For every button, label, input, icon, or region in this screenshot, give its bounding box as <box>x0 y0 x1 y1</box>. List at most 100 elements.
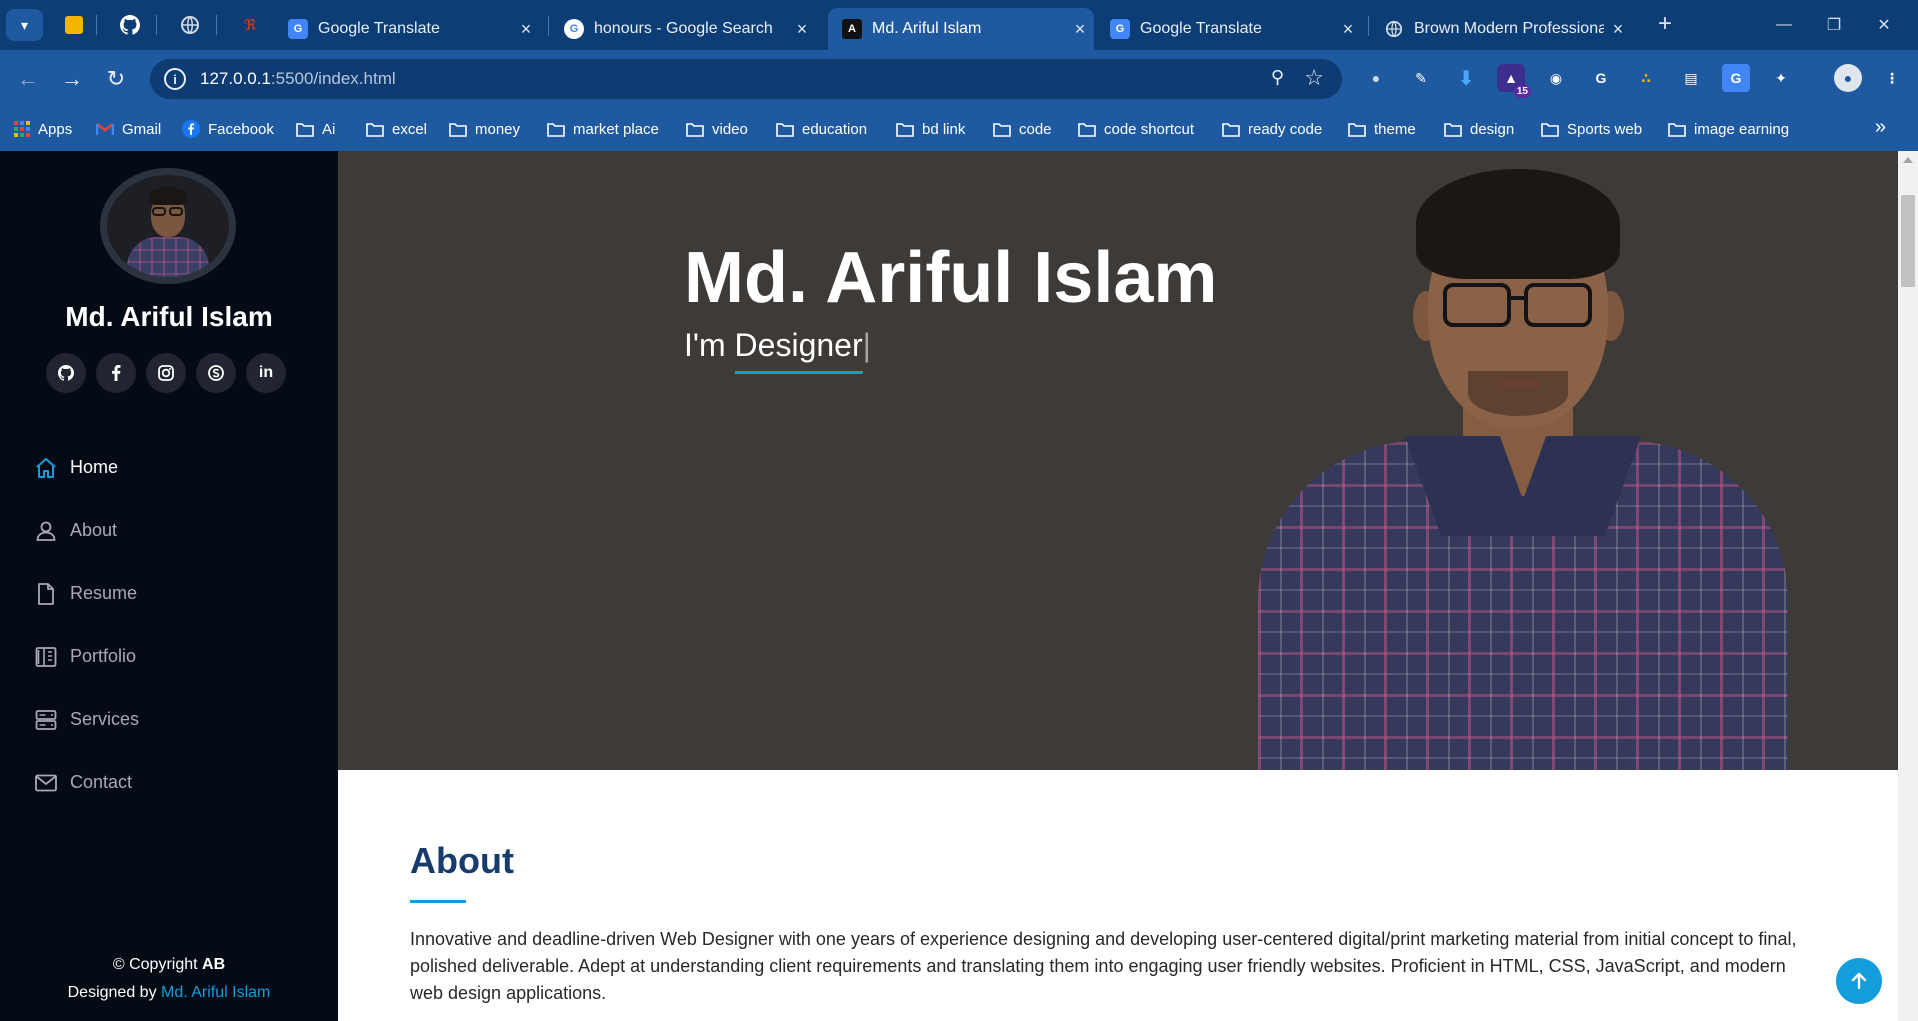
plus-icon: + <box>1657 10 1672 37</box>
tab-google-translate-1[interactable]: G Google Translate × <box>274 8 540 50</box>
pinned-tab-github[interactable] <box>116 11 144 39</box>
page-scrollbar[interactable] <box>1898 151 1918 1021</box>
tab-google-translate-2[interactable]: G Google Translate × <box>1096 8 1362 50</box>
forward-button[interactable]: → <box>56 63 88 95</box>
pinned-tab-slides[interactable] <box>60 11 88 39</box>
bookmarks-bar: Apps Gmail Facebook Ai excel money marke… <box>0 108 1918 151</box>
skype-link[interactable] <box>196 353 236 393</box>
nav-item-about[interactable]: About <box>34 499 139 562</box>
facebook-icon <box>112 365 121 381</box>
code-editor-icon[interactable]: ▤ <box>1677 64 1705 92</box>
bookmark-label: video <box>712 120 748 138</box>
bookmark-folder-excel[interactable]: excel <box>366 117 427 141</box>
sidebar-nav: Home About Resume Portfolio Services Con… <box>34 436 139 814</box>
bookmark-gmail[interactable]: Gmail <box>96 117 161 141</box>
grammarly-icon[interactable]: G <box>1587 64 1615 92</box>
bookmark-folder-video[interactable]: video <box>686 117 748 141</box>
close-window-button[interactable]: ✕ <box>1864 8 1904 42</box>
profile-avatar-icon[interactable]: ● <box>1834 64 1862 92</box>
sidebar: Md. Ariful Islam in Home About Resume Po… <box>0 151 338 1021</box>
back-to-top-button[interactable] <box>1836 958 1882 1004</box>
info-icon[interactable]: i <box>164 68 186 90</box>
zoom-icon[interactable]: ⚲ <box>1271 67 1284 88</box>
bookmark-facebook[interactable]: Facebook <box>182 117 274 141</box>
restore-button[interactable]: ❐ <box>1814 8 1854 42</box>
instagram-link[interactable] <box>146 353 186 393</box>
person-icon <box>36 521 56 541</box>
app-logo-icon: ℜ <box>243 17 257 34</box>
bookmark-folder-design[interactable]: design <box>1444 117 1514 141</box>
tab-google-search[interactable]: G honours - Google Search × <box>550 8 816 50</box>
scroll-up-arrow-icon[interactable] <box>1903 157 1913 163</box>
bookmark-folder-bd-link[interactable]: bd link <box>896 117 965 141</box>
tab-brown-modern[interactable]: Brown Modern Professional × <box>1370 8 1632 50</box>
bookmark-label: Apps <box>38 120 73 138</box>
designer-link[interactable]: Md. Ariful Islam <box>161 984 270 1001</box>
record-icon[interactable]: ◉ <box>1542 64 1570 92</box>
globe-icon <box>181 16 199 34</box>
close-icon[interactable]: × <box>1334 19 1362 40</box>
bookmark-folder-sports-web[interactable]: Sports web <box>1541 117 1642 141</box>
google-translate-ext-icon[interactable]: G <box>1722 64 1750 92</box>
folder-icon <box>449 123 467 137</box>
close-icon[interactable]: × <box>512 19 540 40</box>
bookmark-star-icon[interactable]: ☆ <box>1304 65 1324 91</box>
folder-icon <box>1078 123 1096 137</box>
arrow-up-icon <box>1851 972 1867 990</box>
close-icon[interactable]: × <box>1066 19 1094 40</box>
linkedin-link[interactable]: in <box>246 353 286 393</box>
pinned-tab-app[interactable]: ℜ <box>236 11 264 39</box>
extensions-puzzle-icon[interactable]: ✦ <box>1767 64 1795 92</box>
folder-icon <box>547 123 565 137</box>
pinned-tab-globe[interactable] <box>176 11 204 39</box>
nav-item-portfolio[interactable]: Portfolio <box>34 625 139 688</box>
chevron-double-right-icon[interactable]: » <box>1875 116 1886 139</box>
github-link[interactable] <box>46 353 86 393</box>
eyedropper-icon[interactable]: ✎ <box>1407 64 1435 92</box>
nav-item-home[interactable]: Home <box>34 436 139 499</box>
bookmark-folder-market-place[interactable]: market place <box>547 117 659 141</box>
tab-search-button[interactable]: ▾ <box>6 9 43 41</box>
tab-title: Md. Ariful Islam <box>872 20 982 37</box>
bookmark-label: market place <box>573 120 659 138</box>
new-tab-button[interactable]: + <box>1650 10 1680 38</box>
download-icon[interactable]: ⬇ <box>1452 64 1480 92</box>
file-icon <box>38 582 54 605</box>
bookmark-folder-code[interactable]: code <box>993 117 1052 141</box>
folder-icon <box>1444 123 1462 137</box>
color-dots-icon[interactable]: ∴ <box>1632 64 1660 92</box>
bookmark-folder-ready-code[interactable]: ready code <box>1222 117 1322 141</box>
back-button[interactable]: ← <box>12 63 44 95</box>
nav-item-services[interactable]: Services <box>34 688 139 751</box>
nav-item-contact[interactable]: Contact <box>34 751 139 814</box>
scrollbar-thumb[interactable] <box>1901 195 1915 287</box>
minimize-button[interactable]: — <box>1764 8 1804 42</box>
nav-item-resume[interactable]: Resume <box>34 562 139 625</box>
hero-subtitle: I'm Designer| <box>684 327 871 374</box>
url-text[interactable]: 127.0.0.1:5500/index.html <box>200 69 396 89</box>
credits: Designed by Md. Ariful Islam <box>0 979 338 1007</box>
address-bar[interactable]: i 127.0.0.1:5500/index.html ⚲ ☆ <box>150 59 1342 99</box>
linkedin-icon: in <box>258 364 274 381</box>
bookmark-folder-image-earning[interactable]: image earning <box>1668 117 1789 141</box>
bookmark-apps[interactable]: Apps <box>14 117 72 141</box>
bookmark-folder-education[interactable]: education <box>776 117 867 141</box>
facebook-link[interactable] <box>96 353 136 393</box>
tab-md-ariful-islam[interactable]: A Md. Ariful Islam × <box>828 8 1094 50</box>
more-vertical-icon[interactable]: ⋮ <box>1878 64 1906 92</box>
extension-badge-icon[interactable]: ▲ 15 <box>1497 64 1531 98</box>
bookmark-folder-code-shortcut[interactable]: code shortcut <box>1078 117 1194 141</box>
extension-icon[interactable]: ● <box>1362 64 1390 92</box>
sidebar-name: Md. Ariful Islam <box>65 301 273 332</box>
bookmark-folder-ai[interactable]: Ai <box>296 117 335 141</box>
reload-button[interactable]: ↻ <box>100 63 132 95</box>
bookmark-label: theme <box>1374 120 1416 138</box>
folder-icon <box>1541 123 1559 137</box>
close-icon[interactable]: × <box>1604 19 1632 40</box>
section-title: About <box>410 840 514 881</box>
bookmark-folder-theme[interactable]: theme <box>1348 117 1416 141</box>
bookmark-folder-money[interactable]: money <box>449 117 520 141</box>
folder-icon <box>1348 123 1366 137</box>
title-underline <box>410 900 466 903</box>
close-icon[interactable]: × <box>788 19 816 40</box>
